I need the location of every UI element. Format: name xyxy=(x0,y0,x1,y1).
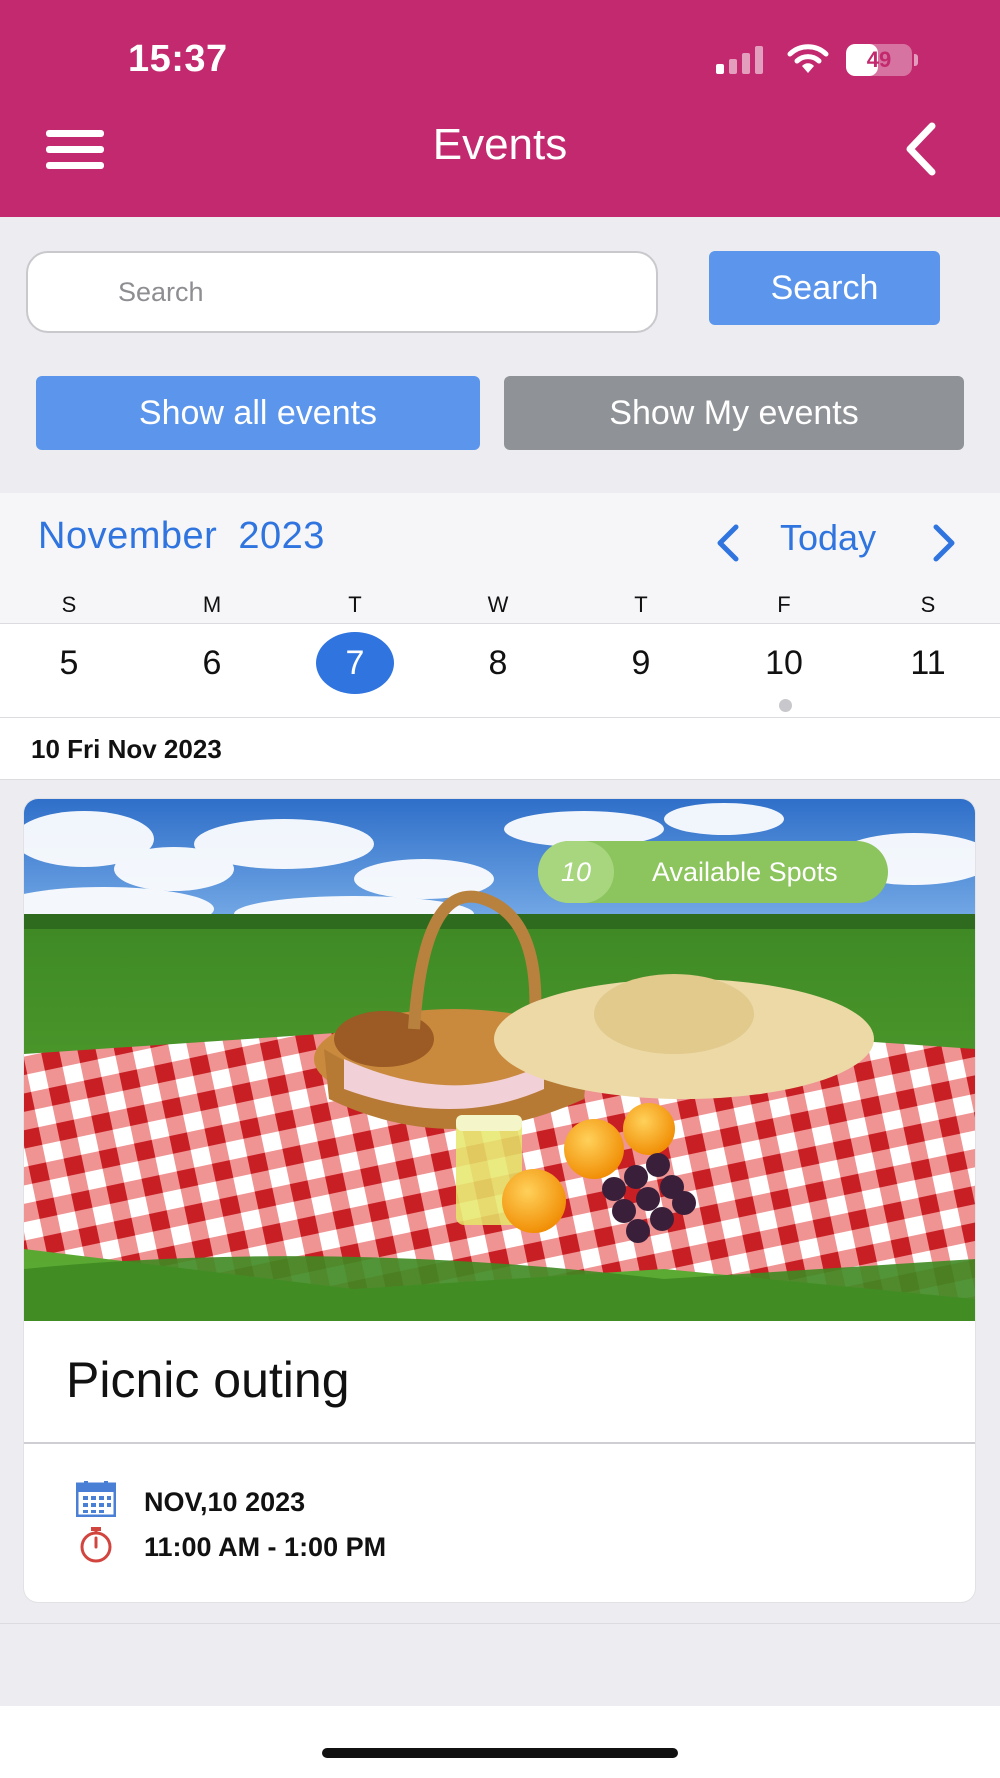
weekday-label: F xyxy=(777,592,791,617)
card-divider xyxy=(24,1442,975,1444)
calendar-day[interactable]: 9 xyxy=(602,632,680,694)
next-week-chevron-icon[interactable] xyxy=(928,521,960,565)
calendar-day[interactable]: 11 xyxy=(889,632,967,694)
calendar-day[interactable]: 5 xyxy=(30,632,108,694)
calendar-month: November xyxy=(38,515,218,557)
calendar-month-year: November 2023 xyxy=(38,515,325,558)
stopwatch-icon xyxy=(80,1527,112,1563)
event-card[interactable]: 10 Available Spots Picnic outing NOV,10 … xyxy=(24,799,975,1602)
back-chevron-icon[interactable] xyxy=(896,118,952,180)
weekday-label: S xyxy=(61,592,77,617)
calendar-day[interactable]: 8 xyxy=(459,632,537,694)
home-bar-area xyxy=(0,1706,1000,1778)
today-button[interactable]: Today xyxy=(780,517,876,559)
weekday-label: S xyxy=(920,592,936,617)
status-time: 15:37 xyxy=(128,38,228,80)
weekday-label: T xyxy=(634,592,648,617)
home-indicator[interactable] xyxy=(322,1748,678,1758)
page-title: Events xyxy=(432,120,568,169)
calendar-day-selected[interactable]: 7 xyxy=(316,632,394,694)
weekday-label: T xyxy=(348,592,362,617)
section-date-label: 10 Fri Nov 2023 xyxy=(31,734,222,764)
battery-level: 49 xyxy=(866,47,892,72)
weekday-label: M xyxy=(202,592,222,617)
search-button[interactable]: Search xyxy=(709,251,940,325)
available-spots-count: 10 xyxy=(538,841,614,903)
event-indicator-dot xyxy=(779,699,792,712)
weekday-label: W xyxy=(487,592,509,617)
wifi-icon xyxy=(787,44,829,73)
calendar-icon xyxy=(76,1481,116,1517)
available-spots-badge: 10 Available Spots xyxy=(538,841,888,903)
event-time: 11:00 AM - 1:00 PM xyxy=(144,1532,387,1562)
week-calendar: November 2023 Today S M T W T F S 5 6 7 … xyxy=(0,493,1000,718)
calendar-day[interactable]: 6 xyxy=(173,632,251,694)
event-date: NOV,10 2023 xyxy=(144,1487,306,1517)
available-spots-label: Available Spots xyxy=(652,857,838,887)
list-bottom-divider xyxy=(0,1623,1000,1624)
app-header: 15:37 49 Events xyxy=(0,0,1000,217)
show-all-events-button[interactable]: Show all events xyxy=(36,376,480,450)
search-input[interactable] xyxy=(26,251,658,333)
calendar-day[interactable]: 10 xyxy=(745,632,823,694)
show-my-events-button[interactable]: Show My events xyxy=(504,376,964,450)
battery-icon: 49 xyxy=(846,44,918,76)
event-title: Picnic outing xyxy=(66,1352,350,1408)
previous-week-chevron-icon[interactable] xyxy=(712,521,744,565)
week-days-row: 5 6 7 8 9 10 11 xyxy=(0,623,1000,718)
section-date-header: 10 Fri Nov 2023 xyxy=(0,718,1000,780)
calendar-year: 2023 xyxy=(238,515,325,557)
cellular-signal-icon xyxy=(716,46,764,74)
